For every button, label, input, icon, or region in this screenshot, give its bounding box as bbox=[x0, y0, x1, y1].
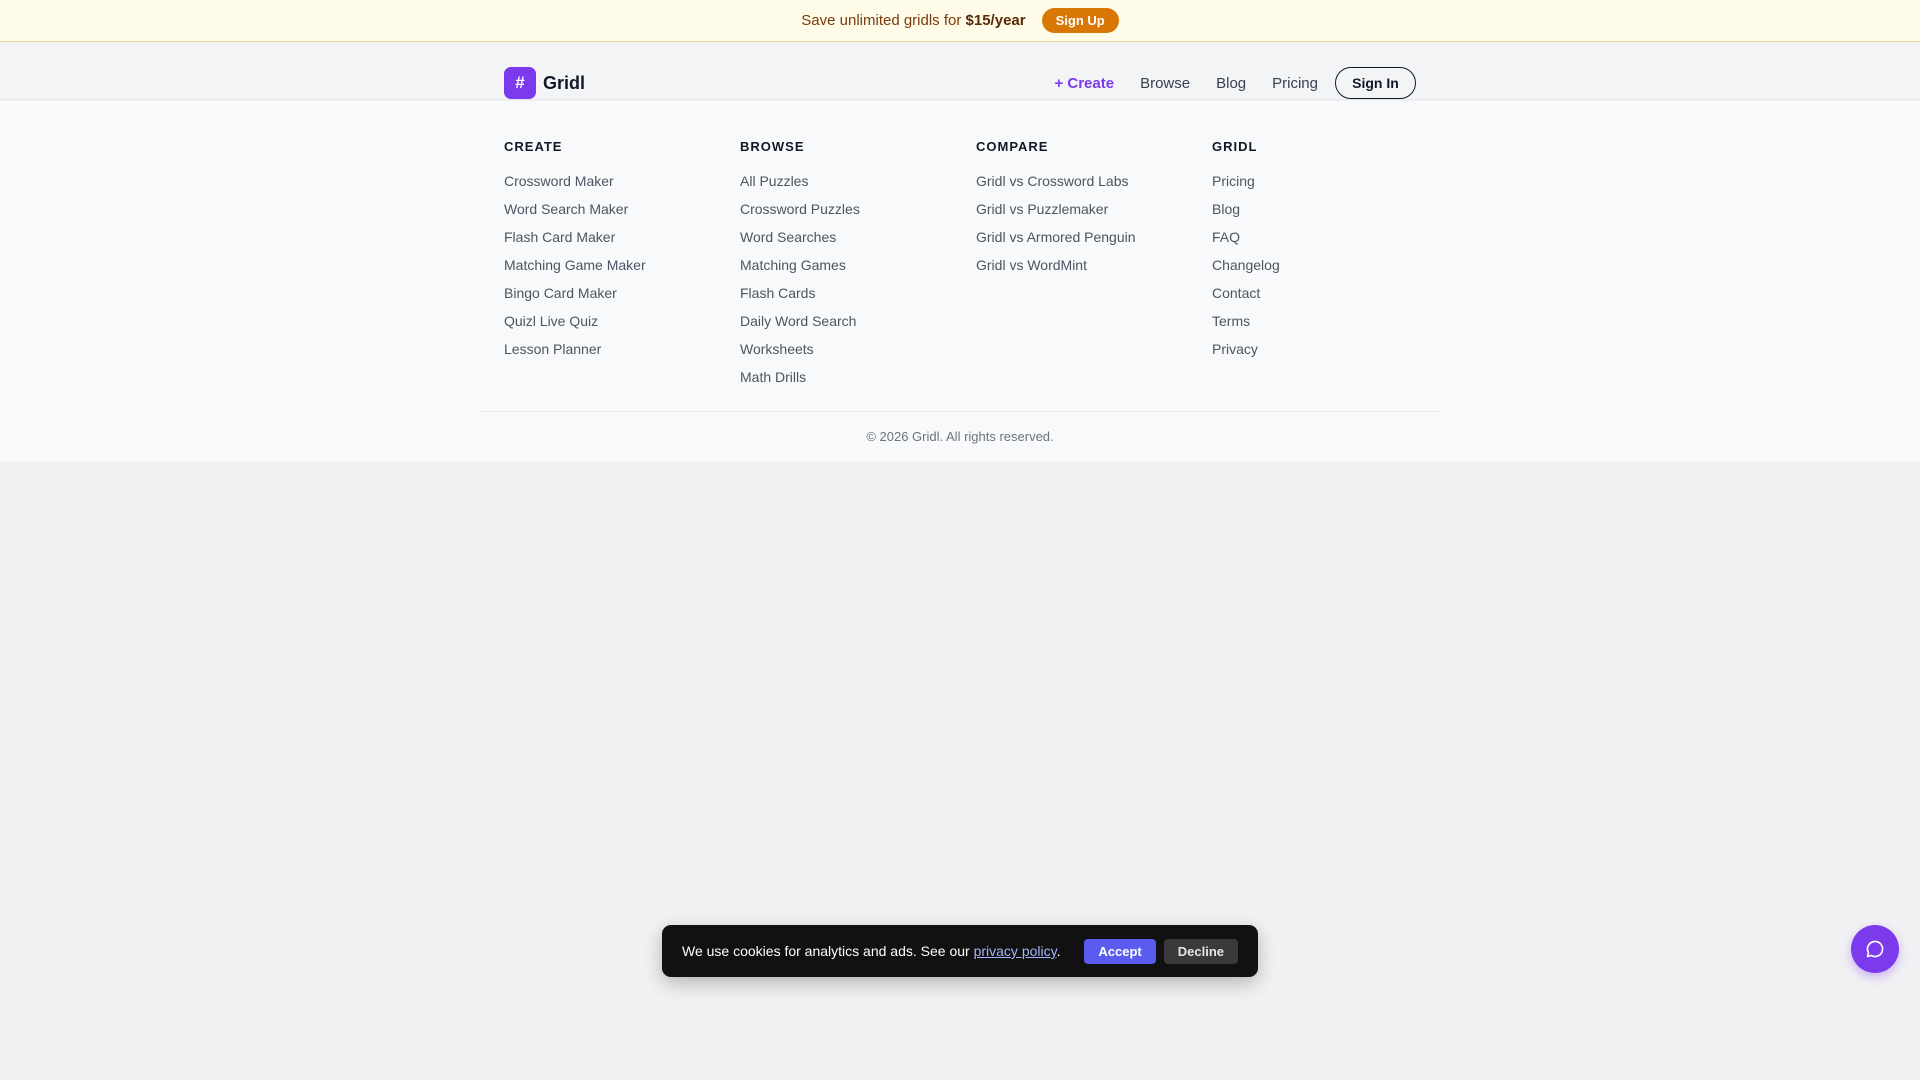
footer-column-title: BROWSE bbox=[740, 139, 805, 154]
chat-button[interactable] bbox=[1851, 925, 1899, 973]
cookie-banner: We use cookies for analytics and ads. Se… bbox=[662, 925, 1258, 977]
nav-pricing-link[interactable]: Pricing bbox=[1272, 75, 1318, 92]
footer-link[interactable]: Crossword Puzzles bbox=[740, 200, 860, 228]
decline-cookies-button[interactable]: Decline bbox=[1163, 938, 1238, 964]
footer-link[interactable]: Matching Games bbox=[740, 256, 860, 284]
footer-link[interactable]: Gridl vs Armored Penguin bbox=[976, 228, 1136, 256]
promo-text: Save unlimited gridls for $15/year bbox=[801, 12, 1026, 29]
footer-link[interactable]: Matching Game Maker bbox=[504, 256, 646, 284]
copyright-text: © 2026 Gridl. All rights reserved. bbox=[866, 429, 1054, 444]
signup-button[interactable]: Sign Up bbox=[1041, 8, 1119, 33]
site-footer: CREATE Crossword Maker Word Search Maker… bbox=[0, 101, 1920, 461]
promo-banner: Save unlimited gridls for $15/year Sign … bbox=[0, 0, 1920, 42]
footer-link[interactable]: Word Searches bbox=[740, 228, 860, 256]
footer-link[interactable]: Terms bbox=[1212, 312, 1280, 340]
privacy-policy-link[interactable]: privacy policy bbox=[974, 943, 1057, 959]
footer-column-title: GRIDL bbox=[1212, 139, 1258, 154]
nav-blog-link[interactable]: Blog bbox=[1216, 75, 1246, 92]
footer-link[interactable]: Crossword Maker bbox=[504, 172, 646, 200]
accept-cookies-button[interactable]: Accept bbox=[1084, 938, 1156, 964]
footer-link[interactable]: Contact bbox=[1212, 284, 1280, 312]
nav-browse-link[interactable]: Browse bbox=[1140, 75, 1190, 92]
footer-link[interactable]: Bingo Card Maker bbox=[504, 284, 646, 312]
footer-link[interactable]: Privacy bbox=[1212, 340, 1280, 368]
chat-bubble-icon bbox=[1866, 940, 1884, 958]
footer-column-compare: COMPARE Gridl vs Crossword Labs Gridl vs… bbox=[976, 139, 1136, 284]
footer-link[interactable]: Flash Card Maker bbox=[504, 228, 646, 256]
footer-divider bbox=[480, 411, 1440, 412]
footer-link[interactable]: Flash Cards bbox=[740, 284, 860, 312]
footer-link[interactable]: Blog bbox=[1212, 200, 1280, 228]
footer-link[interactable]: Quizl Live Quiz bbox=[504, 312, 646, 340]
footer-link[interactable]: Daily Word Search bbox=[740, 312, 860, 340]
footer-column-title: COMPARE bbox=[976, 139, 1049, 154]
logo-text: Gridl bbox=[543, 72, 586, 93]
footer-link[interactable]: Worksheets bbox=[740, 340, 860, 368]
footer-link[interactable]: Changelog bbox=[1212, 256, 1280, 284]
footer-link[interactable]: Pricing bbox=[1212, 172, 1280, 200]
footer-column-create: CREATE Crossword Maker Word Search Maker… bbox=[504, 139, 646, 368]
footer-link[interactable]: Gridl vs Puzzlemaker bbox=[976, 200, 1136, 228]
cookie-message: We use cookies for analytics and ads. Se… bbox=[682, 943, 1061, 959]
footer-link[interactable]: FAQ bbox=[1212, 228, 1280, 256]
nav-create-link[interactable]: + Create bbox=[1054, 75, 1114, 92]
footer-column-browse: BROWSE All Puzzles Crossword Puzzles Wor… bbox=[740, 139, 860, 396]
footer-link[interactable]: Gridl vs Crossword Labs bbox=[976, 172, 1136, 200]
footer-link[interactable]: Lesson Planner bbox=[504, 340, 646, 368]
footer-link[interactable]: Word Search Maker bbox=[504, 200, 646, 228]
footer-link[interactable]: Gridl vs WordMint bbox=[976, 256, 1136, 284]
signin-button[interactable]: Sign In bbox=[1335, 67, 1416, 99]
logo-hash-icon: # bbox=[504, 67, 536, 99]
promo-price: $15/year bbox=[965, 12, 1026, 29]
footer-column-gridl: GRIDL Pricing Blog FAQ Changelog Contact… bbox=[1212, 139, 1280, 368]
main-nav: + Create Browse Blog Pricing Sign In bbox=[1054, 67, 1416, 99]
logo-link[interactable]: # Gridl bbox=[504, 67, 585, 99]
site-header: # Gridl + Create Browse Blog Pricing Sig… bbox=[0, 43, 1920, 100]
footer-link[interactable]: All Puzzles bbox=[740, 172, 860, 200]
footer-link[interactable]: Math Drills bbox=[740, 368, 860, 396]
footer-column-title: CREATE bbox=[504, 139, 563, 154]
